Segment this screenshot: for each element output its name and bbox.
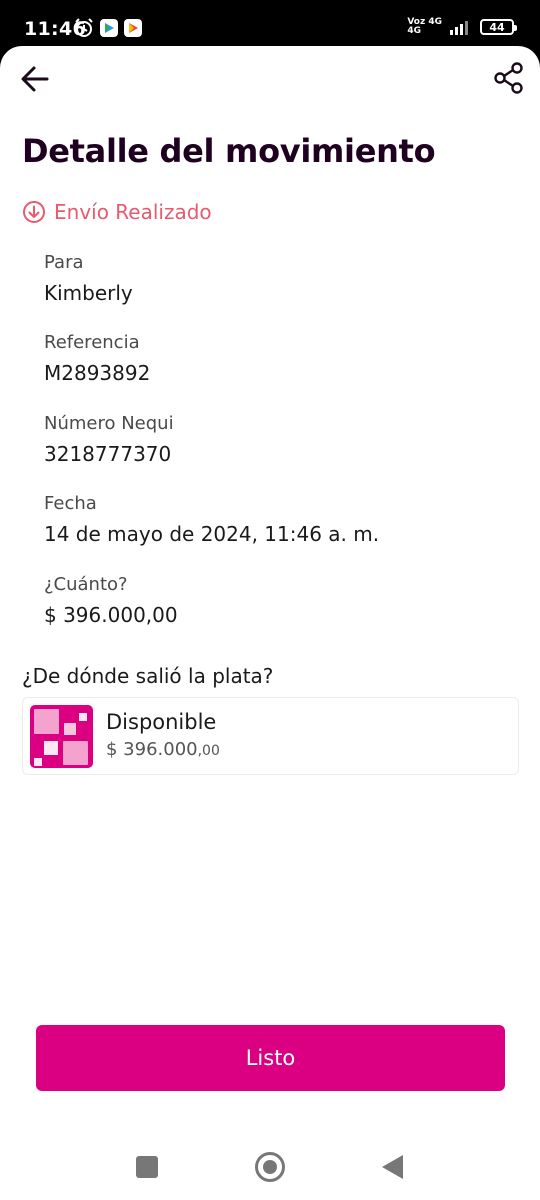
- field-date: Fecha 14 de mayo de 2024, 11:46 a. m.: [44, 493, 379, 546]
- home-button[interactable]: [255, 1152, 285, 1182]
- source-pocket-card[interactable]: Disponible $ 396.000,00: [22, 697, 519, 775]
- field-label: Para: [44, 252, 84, 273]
- play-store-icon: [100, 19, 118, 37]
- field-recipient: Para Kimberly: [44, 252, 133, 305]
- arrow-left-icon: [21, 66, 49, 92]
- page-title: Detalle del movimiento: [22, 132, 436, 170]
- signal-icon: [450, 21, 468, 35]
- field-label: ¿Cuánto?: [44, 574, 128, 595]
- pocket-name: Disponible: [106, 710, 217, 734]
- system-navigation-bar: [0, 1144, 540, 1200]
- movement-status-text: Envío Realizado: [54, 200, 212, 224]
- battery-indicator: 44: [480, 19, 517, 35]
- source-section-title: ¿De dónde salió la plata?: [22, 664, 274, 688]
- share-button[interactable]: [494, 62, 524, 94]
- network-indicator: Voz 4G 4G: [407, 18, 442, 36]
- pocket-amount: $ 396.000,00: [106, 739, 220, 760]
- field-value: M2893892: [44, 361, 151, 385]
- arrow-down-circle-icon: [23, 201, 45, 223]
- field-label: Fecha: [44, 493, 97, 514]
- play-store-icon-2: [124, 19, 142, 37]
- status-notification-icons: [74, 18, 142, 38]
- alarm-icon: [75, 18, 93, 37]
- status-system-icons: Voz 4G 4G 44: [407, 18, 517, 36]
- pocket-icon: [30, 705, 93, 768]
- status-bar: 11:46 Voz 4G 4G 44: [0, 0, 540, 50]
- field-value: 3218777370: [44, 442, 172, 466]
- field-value: $ 396.000,00: [44, 603, 178, 627]
- field-amount: ¿Cuánto? $ 396.000,00: [44, 574, 178, 627]
- network-label-bottom: 4G: [407, 26, 421, 36]
- recent-apps-button[interactable]: [136, 1156, 158, 1178]
- field-reference: Referencia M2893892: [44, 332, 150, 385]
- done-button[interactable]: Listo: [36, 1025, 505, 1091]
- system-back-button[interactable]: [382, 1155, 403, 1179]
- movement-status: Envío Realizado: [22, 200, 212, 224]
- field-label: Número Nequi: [44, 413, 174, 434]
- field-value: Kimberly: [44, 281, 133, 305]
- back-button[interactable]: [18, 62, 52, 96]
- field-label: Referencia: [44, 332, 140, 353]
- pocket-amount-decimals: ,00: [197, 743, 220, 759]
- pocket-amount-main: $ 396.000: [106, 739, 198, 760]
- pocket-squares-icon: [34, 709, 88, 766]
- movement-detail-screen: Detalle del movimiento Envío Realizado P…: [0, 46, 540, 1200]
- field-value: 14 de mayo de 2024, 11:46 a. m.: [44, 522, 380, 546]
- share-icon: [494, 62, 523, 94]
- field-nequi-number: Número Nequi 3218777370: [44, 413, 174, 466]
